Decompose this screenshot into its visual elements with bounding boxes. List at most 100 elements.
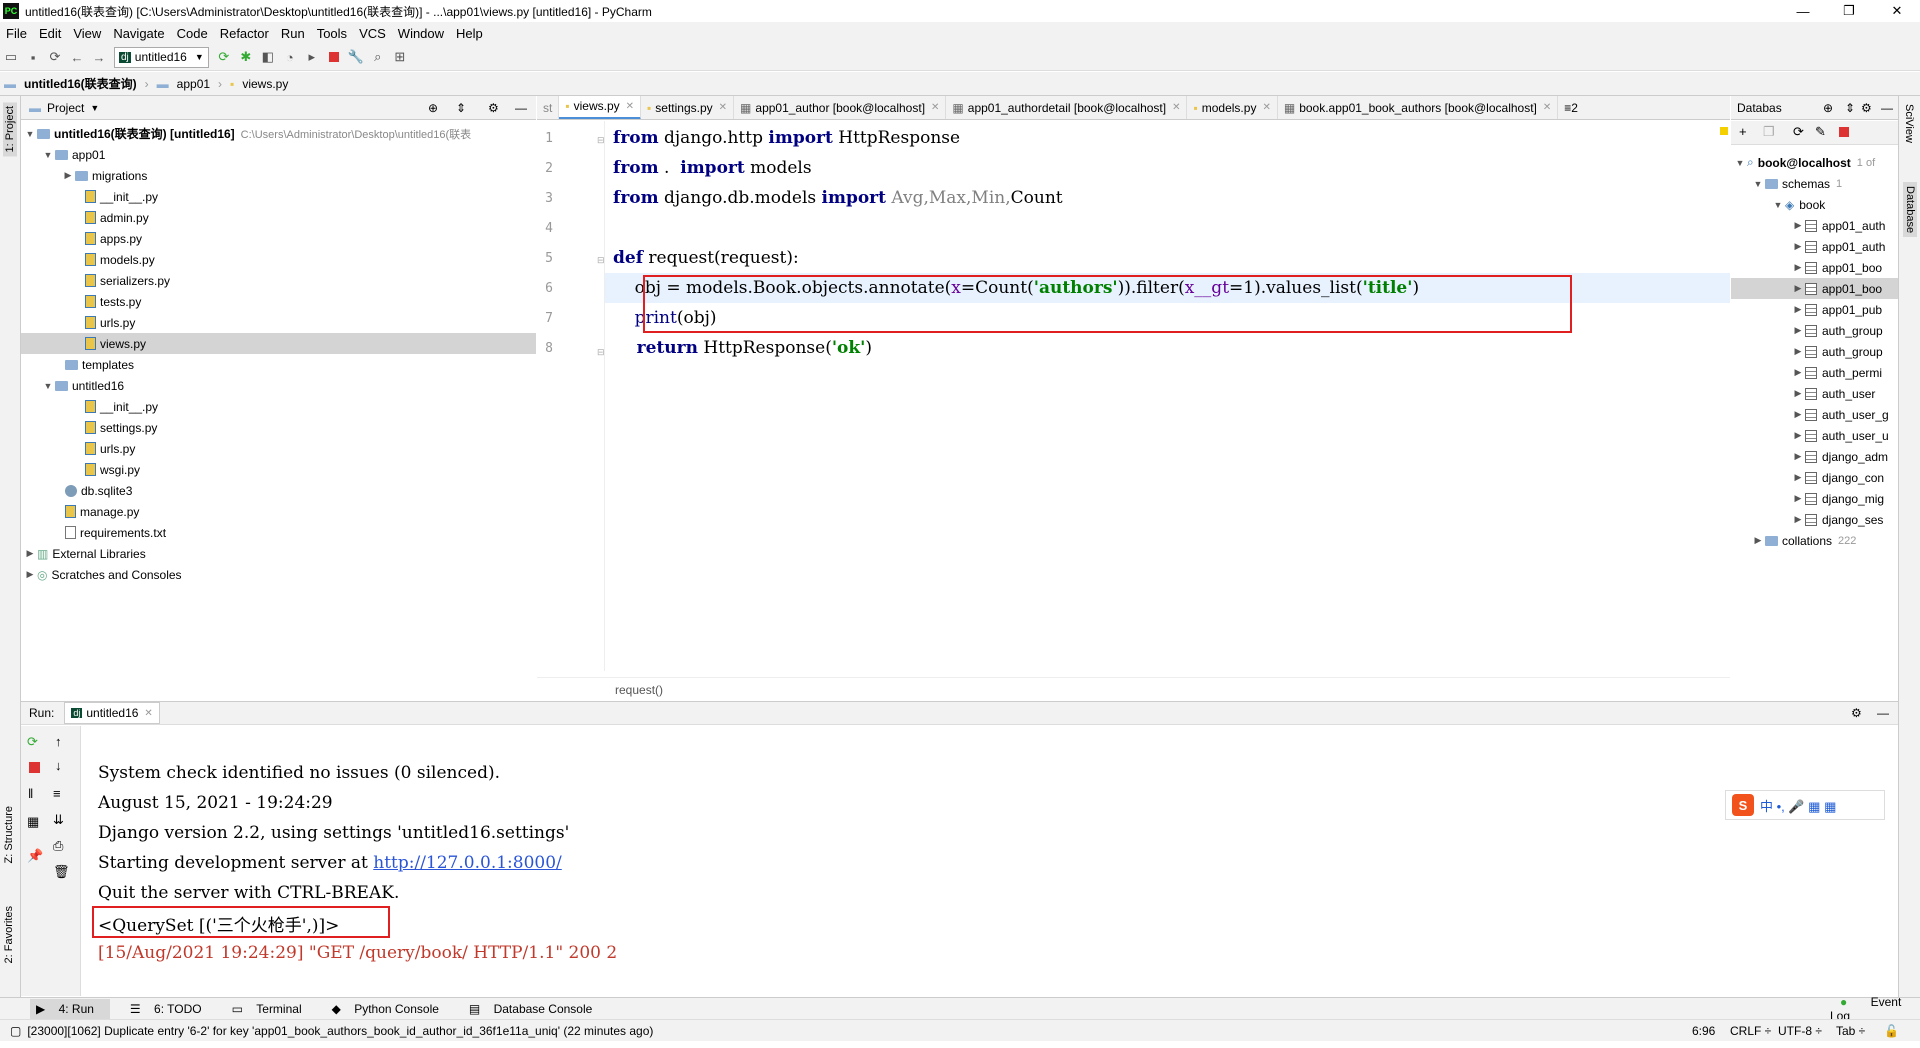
- refresh-icon[interactable]: ⟳: [1793, 124, 1804, 140]
- collapse-icon[interactable]: ⇕: [456, 101, 466, 115]
- open-folder-icon[interactable]: ▭: [0, 46, 22, 68]
- tree-item-file[interactable]: wsgi.py: [85, 459, 140, 480]
- collapse-icon[interactable]: ⇕: [1845, 101, 1855, 115]
- close-icon[interactable]: ✕: [626, 101, 634, 112]
- tree-item-file[interactable]: serializers.py: [85, 270, 170, 291]
- menu-refactor[interactable]: Refactor: [220, 26, 269, 41]
- gear-icon[interactable]: ⚙: [1851, 706, 1862, 720]
- server-link[interactable]: http://127.0.0.1:8000/: [373, 853, 562, 873]
- close-icon[interactable]: ✕: [1543, 102, 1551, 113]
- wrap-icon[interactable]: ≡: [53, 786, 61, 801]
- code-editor[interactable]: from django.http import HttpResponse fro…: [605, 121, 1730, 671]
- stop-icon[interactable]: [29, 762, 40, 773]
- tab-list-button[interactable]: ≡2: [1558, 96, 1584, 119]
- db-table[interactable]: ▶ django_adm: [1791, 446, 1889, 467]
- close-icon[interactable]: ✕: [931, 102, 939, 113]
- scroll-end-icon[interactable]: ⇊: [53, 812, 64, 828]
- line-separator[interactable]: CRLF ÷: [1730, 1024, 1771, 1038]
- db-schemas[interactable]: ▼ schemas 1: [1751, 173, 1843, 194]
- tool-tab-terminal[interactable]: ▭ Terminal: [232, 1002, 312, 1016]
- fold-icon[interactable]: ⊟: [597, 255, 605, 266]
- tree-item-file[interactable]: apps.py: [85, 228, 142, 249]
- tree-item-file[interactable]: tests.py: [85, 291, 141, 312]
- trash-icon[interactable]: 🗑: [53, 864, 70, 880]
- close-icon[interactable]: ✕: [144, 708, 152, 719]
- tab-overflow-left[interactable]: st: [537, 96, 560, 119]
- db-table[interactable]: ▶ app01_auth: [1791, 215, 1886, 236]
- tool-tab-run[interactable]: ▶ 4: Run: [30, 998, 110, 1019]
- run-tab[interactable]: dj untitled16 ✕: [64, 702, 160, 724]
- favorites-tool-tab[interactable]: 2: Favorites: [3, 906, 15, 963]
- tree-item-file[interactable]: __init__.py: [85, 186, 158, 207]
- hide-icon[interactable]: —: [1881, 101, 1893, 115]
- copy-icon[interactable]: ❐: [1763, 124, 1775, 140]
- structure-icon[interactable]: ⊞: [389, 46, 411, 68]
- add-icon[interactable]: +: [1739, 124, 1747, 139]
- tree-item-file[interactable]: admin.py: [85, 207, 149, 228]
- close-button[interactable]: ✕: [1874, 0, 1920, 22]
- run-next-icon[interactable]: ▸: [301, 46, 323, 68]
- menu-window[interactable]: Window: [398, 26, 444, 41]
- indent-setting[interactable]: Tab ÷: [1836, 1024, 1865, 1038]
- tool-tab-todo[interactable]: ☰ 6: TODO: [130, 1002, 212, 1016]
- tool-tab-database-console[interactable]: ▤ Database Console: [469, 1002, 602, 1016]
- profile-icon[interactable]: ◔: [279, 46, 301, 68]
- db-table[interactable]: ▶ app01_boo: [1791, 257, 1883, 278]
- edit-icon[interactable]: ✎: [1815, 124, 1826, 140]
- menu-navigate[interactable]: Navigate: [113, 26, 164, 41]
- menu-vcs[interactable]: VCS: [359, 26, 386, 41]
- menu-file[interactable]: File: [6, 26, 27, 41]
- sciview-tool-tab[interactable]: SciView: [1903, 104, 1915, 143]
- db-table[interactable]: ▶ auth_user_g: [1791, 404, 1889, 425]
- locate-icon[interactable]: ⊕: [1823, 101, 1833, 115]
- tab-app01-authordetail[interactable]: ▦ app01_authordetail [book@localhost] ✕: [946, 96, 1188, 119]
- db-table[interactable]: ▶ auth_group: [1791, 320, 1883, 341]
- stop-icon[interactable]: [323, 46, 345, 68]
- run-config-select[interactable]: dj untitled16 ▼: [114, 46, 209, 68]
- tree-item-file[interactable]: requirements.txt: [65, 522, 166, 543]
- close-icon[interactable]: ✕: [1172, 102, 1180, 113]
- tree-item-scratches[interactable]: ▶ ◎ Scratches and Consoles: [23, 564, 182, 585]
- db-table[interactable]: ▶ app01_pub: [1791, 299, 1883, 320]
- tree-item-file[interactable]: settings.py: [85, 417, 157, 438]
- database-tool-tab[interactable]: Database: [1903, 182, 1917, 238]
- structure-tool-tab[interactable]: Z: Structure: [3, 806, 15, 863]
- menu-view[interactable]: View: [73, 26, 101, 41]
- tree-item-app01[interactable]: ▼ app01: [41, 144, 106, 165]
- db-table-selected[interactable]: ▶ app01_boo: [1731, 278, 1898, 299]
- menu-help[interactable]: Help: [456, 26, 483, 41]
- coverage-icon[interactable]: ◧: [257, 46, 279, 68]
- search-icon[interactable]: ⌕: [367, 46, 389, 68]
- db-table[interactable]: ▶ auth_permi: [1791, 362, 1883, 383]
- print-icon[interactable]: ⎙: [53, 838, 63, 854]
- project-tool-tab[interactable]: 1: Project: [3, 102, 17, 157]
- menu-edit[interactable]: Edit: [39, 26, 61, 41]
- layout-icon[interactable]: ▦: [27, 814, 39, 830]
- tree-item-file[interactable]: __init__.py: [85, 396, 158, 417]
- run-console[interactable]: System check identified no issues (0 sil…: [82, 726, 1898, 996]
- sync-icon[interactable]: ⟳: [44, 46, 66, 68]
- tab-views[interactable]: ▪ views.py ✕: [559, 96, 642, 119]
- db-table[interactable]: ▶ app01_auth: [1791, 236, 1886, 257]
- wrench-icon[interactable]: 🔧: [345, 46, 367, 68]
- close-icon[interactable]: ✕: [1262, 102, 1270, 113]
- fold-icon[interactable]: ⊟: [597, 135, 605, 146]
- minimize-button[interactable]: —: [1780, 0, 1826, 22]
- tab-book-authors[interactable]: ▦ book.app01_book_authors [book@localhost…: [1278, 96, 1559, 119]
- tree-item-db[interactable]: db.sqlite3: [65, 480, 132, 501]
- breadcrumb-app01[interactable]: app01: [177, 77, 210, 91]
- status-message[interactable]: [23000][1062] Duplicate entry '6-2' for …: [27, 1024, 653, 1038]
- breadcrumb-function[interactable]: request(): [615, 683, 663, 697]
- menu-run[interactable]: Run: [281, 26, 305, 41]
- db-table[interactable]: ▶ auth_user: [1791, 383, 1876, 404]
- tree-item-migrations[interactable]: ▶ migrations: [61, 165, 148, 186]
- hide-icon[interactable]: —: [1877, 706, 1889, 720]
- tree-item-views-selected[interactable]: views.py: [21, 333, 536, 354]
- tab-models[interactable]: ▪ models.py ✕: [1187, 96, 1278, 119]
- menu-tools[interactable]: Tools: [317, 26, 347, 41]
- lock-icon[interactable]: 🔓: [1884, 1024, 1899, 1038]
- tree-item-untitled16[interactable]: ▼ untitled16: [41, 375, 125, 396]
- pause-icon[interactable]: ‖: [28, 786, 33, 801]
- tab-app01-author[interactable]: ▦ app01_author [book@localhost] ✕: [734, 96, 947, 119]
- tree-item-root[interactable]: ▼ untitled16(联表查询) [untitled16] C:\Users\A…: [23, 123, 472, 144]
